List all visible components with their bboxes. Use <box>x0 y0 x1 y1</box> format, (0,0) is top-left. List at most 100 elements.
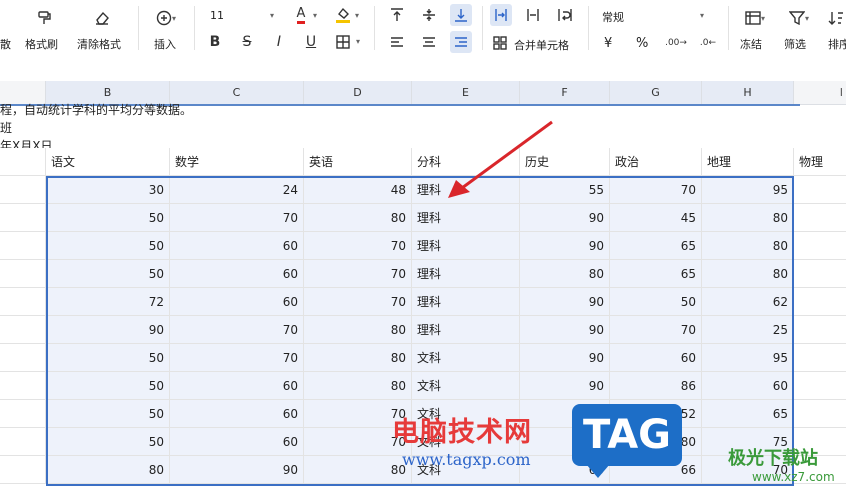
table-cell[interactable] <box>0 372 46 400</box>
table-cell[interactable]: 90 <box>46 316 170 344</box>
table-cell[interactable]: 90 <box>520 288 610 316</box>
column-width-icon[interactable] <box>524 6 542 24</box>
cut-button-label[interactable]: 散 <box>0 36 11 52</box>
filter-icon[interactable]: ▾ <box>782 8 816 28</box>
table-cell[interactable]: 30 <box>46 176 170 204</box>
table-cell[interactable]: 62 <box>702 288 794 316</box>
table-cell[interactable]: 65 <box>702 400 794 428</box>
table-cell[interactable]: 48 <box>304 176 412 204</box>
table-cell[interactable]: 50 <box>46 372 170 400</box>
table-cell[interactable] <box>0 232 46 260</box>
table-cell[interactable]: 80 <box>702 232 794 260</box>
table-cell[interactable]: 70 <box>610 176 702 204</box>
row-header-cell[interactable] <box>0 148 46 176</box>
format-painter-icon[interactable] <box>34 8 54 28</box>
format-painter-button[interactable]: 格式刷 <box>25 36 58 52</box>
table-cell[interactable]: 90 <box>520 344 610 372</box>
table-cell[interactable] <box>794 288 846 316</box>
percent-button[interactable]: % <box>636 36 648 51</box>
column-title-cell[interactable]: 政治 <box>610 148 702 176</box>
sort-icon[interactable] <box>826 8 846 28</box>
table-cell[interactable]: 25 <box>702 316 794 344</box>
increase-decimal-icon[interactable]: .00→ <box>665 34 687 52</box>
table-cell[interactable]: 90 <box>520 232 610 260</box>
freeze-icon[interactable]: ▾ <box>738 8 772 28</box>
table-cell[interactable] <box>794 316 846 344</box>
table-cell[interactable]: 文科 <box>412 372 520 400</box>
bold-icon[interactable]: B <box>206 33 224 51</box>
align-center-icon[interactable] <box>420 33 438 51</box>
table-cell[interactable]: 65 <box>610 260 702 288</box>
clear-format-button[interactable]: 清除格式 <box>77 36 121 52</box>
column-header[interactable]: H <box>702 81 794 105</box>
chevron-down-icon[interactable]: ▾ <box>270 11 274 20</box>
filter-button[interactable]: 筛选 <box>784 36 806 52</box>
table-cell[interactable]: 理科 <box>412 316 520 344</box>
table-cell[interactable]: 80 <box>304 316 412 344</box>
sort-button[interactable]: 排序 <box>828 36 846 52</box>
table-cell[interactable] <box>794 204 846 232</box>
table-cell[interactable]: 50 <box>46 400 170 428</box>
table-cell[interactable]: 理科 <box>412 232 520 260</box>
eraser-icon[interactable] <box>92 8 112 28</box>
column-header[interactable]: F <box>520 81 610 105</box>
table-cell[interactable] <box>794 344 846 372</box>
table-cell[interactable] <box>0 204 46 232</box>
table-cell[interactable]: 24 <box>170 176 304 204</box>
font-color-icon[interactable]: A <box>292 5 310 25</box>
table-cell[interactable] <box>794 232 846 260</box>
table-cell[interactable] <box>0 260 46 288</box>
table-cell[interactable]: 80 <box>520 260 610 288</box>
column-title-cell[interactable]: 语文 <box>46 148 170 176</box>
column-header[interactable]: I <box>794 81 846 105</box>
column-header[interactable]: D <box>304 81 412 105</box>
table-cell[interactable]: 80 <box>304 344 412 372</box>
table-cell[interactable]: 50 <box>46 204 170 232</box>
merge-cells-icon[interactable] <box>492 35 508 51</box>
indent-icon[interactable] <box>490 4 512 26</box>
wrap-text-icon[interactable] <box>556 6 574 24</box>
strikethrough-icon[interactable]: S <box>238 33 256 51</box>
table-cell[interactable]: 60 <box>170 372 304 400</box>
table-cell[interactable]: 60 <box>170 232 304 260</box>
align-bottom-icon[interactable] <box>450 4 472 26</box>
table-cell[interactable]: 80 <box>304 372 412 400</box>
table-cell[interactable]: 95 <box>702 344 794 372</box>
column-title-cell[interactable]: 英语 <box>304 148 412 176</box>
table-cell[interactable] <box>794 176 846 204</box>
column-title-cell[interactable]: 物理 <box>794 148 846 176</box>
table-cell[interactable] <box>0 400 46 428</box>
table-cell[interactable]: 60 <box>702 372 794 400</box>
table-cell[interactable]: 90 <box>170 456 304 484</box>
table-cell[interactable]: 70 <box>170 204 304 232</box>
table-cell[interactable]: 60 <box>170 288 304 316</box>
column-header[interactable]: G <box>610 81 702 105</box>
table-cell[interactable] <box>0 456 46 484</box>
freeze-button[interactable]: 冻结 <box>740 36 762 52</box>
table-cell[interactable]: 60 <box>170 400 304 428</box>
table-cell[interactable]: 70 <box>304 260 412 288</box>
table-cell[interactable]: 86 <box>610 372 702 400</box>
table-cell[interactable]: 文科 <box>412 344 520 372</box>
table-cell[interactable]: 70 <box>170 344 304 372</box>
table-cell[interactable]: 70 <box>170 316 304 344</box>
table-cell[interactable]: 理科 <box>412 204 520 232</box>
table-cell[interactable]: 50 <box>46 428 170 456</box>
table-cell[interactable] <box>794 372 846 400</box>
table-cell[interactable]: 理科 <box>412 288 520 316</box>
decrease-decimal-icon[interactable]: .0← <box>698 34 718 52</box>
border-icon[interactable] <box>334 33 352 51</box>
table-cell[interactable]: 80 <box>304 204 412 232</box>
merge-cells-button[interactable]: 合并单元格 <box>514 37 569 53</box>
table-cell[interactable] <box>0 344 46 372</box>
table-cell[interactable] <box>0 288 46 316</box>
table-cell[interactable]: 90 <box>520 372 610 400</box>
chevron-down-icon[interactable]: ▾ <box>355 11 359 20</box>
chevron-down-icon[interactable]: ▾ <box>313 11 317 20</box>
table-cell[interactable]: 50 <box>46 232 170 260</box>
table-cell[interactable]: 70 <box>304 232 412 260</box>
chevron-down-icon[interactable]: ▾ <box>356 37 360 46</box>
underline-icon[interactable]: U <box>302 33 320 51</box>
fill-color-icon[interactable] <box>334 5 352 25</box>
table-cell[interactable] <box>0 176 46 204</box>
